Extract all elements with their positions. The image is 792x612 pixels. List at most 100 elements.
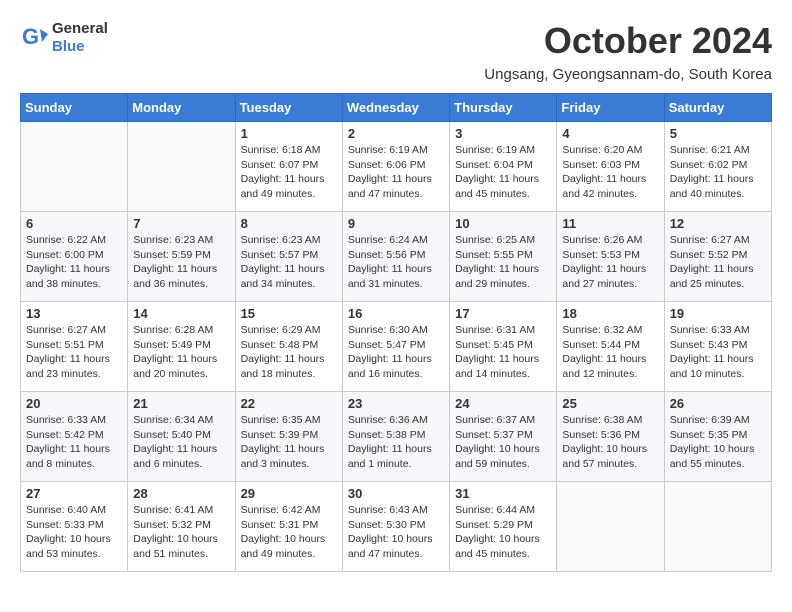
day-number: 15 (241, 306, 337, 321)
calendar-cell: 14Sunrise: 6:28 AM Sunset: 5:49 PM Dayli… (128, 302, 235, 392)
calendar-cell (664, 482, 771, 572)
calendar-week-row: 13 Sunrise: 6:27 AM Sunset: 5:51 PM Dayli… (21, 302, 772, 392)
logo-icon: G (20, 24, 48, 52)
day-info: Sunrise: 6:24 AM Sunset: 5:56 PM Dayligh… (348, 233, 444, 292)
day-number: 13 (26, 306, 122, 321)
day-info: Sunrise: 6:39 AM Sunset: 5:35 PM Dayligh… (670, 413, 766, 472)
calendar-cell: 2 Sunrise: 6:19 AM Sunset: 6:06 PM Daylig… (342, 122, 449, 212)
logo-general: General (52, 20, 108, 37)
calendar-cell: 7 Sunrise: 6:23 AM Sunset: 5:59 PM Daylig… (128, 212, 235, 302)
day-info: Sunrise: 6:31 AM Sunset: 5:45 PM Dayligh… (455, 323, 551, 382)
calendar-cell: 25Sunrise: 6:38 AM Sunset: 5:36 PM Dayli… (557, 392, 664, 482)
day-number: 2 (348, 126, 444, 141)
calendar-cell: 13 Sunrise: 6:27 AM Sunset: 5:51 PM Dayli… (21, 302, 128, 392)
day-number: 20 (26, 396, 122, 411)
calendar-cell: 23 Sunrise: 6:36 AM Sunset: 5:38 PM Dayli… (342, 392, 449, 482)
day-number: 18 (562, 306, 658, 321)
day-info: Sunrise: 6:20 AM Sunset: 6:03 PM Dayligh… (562, 143, 658, 202)
day-info: Sunrise: 6:35 AM Sunset: 5:39 PM Dayligh… (241, 413, 337, 472)
calendar-cell: 11Sunrise: 6:26 AM Sunset: 5:53 PM Dayli… (557, 212, 664, 302)
calendar-cell: 28 Sunrise: 6:41 AM Sunset: 5:32 PM Dayli… (128, 482, 235, 572)
header-thursday: Thursday (450, 94, 557, 122)
day-info: Sunrise: 6:22 AM Sunset: 6:00 PM Dayligh… (26, 233, 122, 292)
day-number: 26 (670, 396, 766, 411)
calendar-cell: 19 Sunrise: 6:33 AM Sunset: 5:43 PM Dayli… (664, 302, 771, 392)
day-number: 12 (670, 216, 766, 231)
day-info: Sunrise: 6:43 AM Sunset: 5:30 PM Dayligh… (348, 503, 444, 562)
day-info: Sunrise: 6:23 AM Sunset: 5:59 PM Dayligh… (133, 233, 229, 292)
calendar-cell: 21Sunrise: 6:34 AM Sunset: 5:40 PM Dayli… (128, 392, 235, 482)
day-info: Sunrise: 6:27 AM Sunset: 5:52 PM Dayligh… (670, 233, 766, 292)
calendar-cell: 3 Sunrise: 6:19 AM Sunset: 6:04 PM Daylig… (450, 122, 557, 212)
day-info: Sunrise: 6:38 AM Sunset: 5:36 PM Dayligh… (562, 413, 658, 472)
day-info: Sunrise: 6:25 AM Sunset: 5:55 PM Dayligh… (455, 233, 551, 292)
calendar-cell: 17 Sunrise: 6:31 AM Sunset: 5:45 PM Dayli… (450, 302, 557, 392)
calendar-cell: 5 Sunrise: 6:21 AM Sunset: 6:02 PM Daylig… (664, 122, 771, 212)
day-info: Sunrise: 6:19 AM Sunset: 6:06 PM Dayligh… (348, 143, 444, 202)
day-number: 16 (348, 306, 444, 321)
calendar-week-row: 27Sunrise: 6:40 AM Sunset: 5:33 PM Dayli… (21, 482, 772, 572)
day-info: Sunrise: 6:32 AM Sunset: 5:44 PM Dayligh… (562, 323, 658, 382)
day-number: 23 (348, 396, 444, 411)
header-wednesday: Wednesday (342, 94, 449, 122)
calendar-week-row: 6 Sunrise: 6:22 AM Sunset: 6:00 PM Daylig… (21, 212, 772, 302)
calendar-cell: 30Sunrise: 6:43 AM Sunset: 5:30 PM Dayli… (342, 482, 449, 572)
calendar-cell: 29Sunrise: 6:42 AM Sunset: 5:31 PM Dayli… (235, 482, 342, 572)
calendar-cell: 10 Sunrise: 6:25 AM Sunset: 5:55 PM Dayli… (450, 212, 557, 302)
day-number: 22 (241, 396, 337, 411)
calendar-cell: 27Sunrise: 6:40 AM Sunset: 5:33 PM Dayli… (21, 482, 128, 572)
svg-text:G: G (22, 24, 39, 49)
page-header: G General Blue October 2024 (20, 20, 772, 62)
logo: G General Blue (20, 20, 108, 56)
calendar-header-row: Sunday Monday Tuesday Wednesday Thursday… (21, 94, 772, 122)
calendar-cell: 24 Sunrise: 6:37 AM Sunset: 5:37 PM Dayli… (450, 392, 557, 482)
day-number: 1 (241, 126, 337, 141)
day-info: Sunrise: 6:21 AM Sunset: 6:02 PM Dayligh… (670, 143, 766, 202)
calendar-week-row: 1 Sunrise: 6:18 AM Sunset: 6:07 PM Daylig… (21, 122, 772, 212)
month-title: October 2024 (544, 20, 772, 62)
calendar-cell: 8 Sunrise: 6:23 AM Sunset: 5:57 PM Daylig… (235, 212, 342, 302)
day-info: Sunrise: 6:41 AM Sunset: 5:32 PM Dayligh… (133, 503, 229, 562)
header-saturday: Saturday (664, 94, 771, 122)
header-friday: Friday (557, 94, 664, 122)
day-info: Sunrise: 6:19 AM Sunset: 6:04 PM Dayligh… (455, 143, 551, 202)
calendar-cell (21, 122, 128, 212)
day-number: 24 (455, 396, 551, 411)
day-number: 31 (455, 486, 551, 501)
day-number: 19 (670, 306, 766, 321)
day-info: Sunrise: 6:36 AM Sunset: 5:38 PM Dayligh… (348, 413, 444, 472)
calendar-cell (557, 482, 664, 572)
calendar-body: 1 Sunrise: 6:18 AM Sunset: 6:07 PM Daylig… (21, 122, 772, 572)
calendar-table: Sunday Monday Tuesday Wednesday Thursday… (20, 93, 772, 572)
day-number: 17 (455, 306, 551, 321)
day-info: Sunrise: 6:33 AM Sunset: 5:42 PM Dayligh… (26, 413, 122, 472)
day-number: 4 (562, 126, 658, 141)
header-tuesday: Tuesday (235, 94, 342, 122)
calendar-cell: 15 Sunrise: 6:29 AM Sunset: 5:48 PM Dayli… (235, 302, 342, 392)
day-number: 7 (133, 216, 229, 231)
calendar-cell: 31Sunrise: 6:44 AM Sunset: 5:29 PM Dayli… (450, 482, 557, 572)
day-number: 28 (133, 486, 229, 501)
location-title: Ungsang, Gyeongsannam-do, South Korea (20, 66, 772, 83)
day-info: Sunrise: 6:37 AM Sunset: 5:37 PM Dayligh… (455, 413, 551, 472)
day-number: 27 (26, 486, 122, 501)
day-info: Sunrise: 6:23 AM Sunset: 5:57 PM Dayligh… (241, 233, 337, 292)
day-number: 8 (241, 216, 337, 231)
day-info: Sunrise: 6:27 AM Sunset: 5:51 PM Dayligh… (26, 323, 122, 382)
day-number: 10 (455, 216, 551, 231)
day-info: Sunrise: 6:18 AM Sunset: 6:07 PM Dayligh… (241, 143, 337, 202)
logo-blue: Blue (52, 38, 85, 55)
calendar-cell: 22 Sunrise: 6:35 AM Sunset: 5:39 PM Dayli… (235, 392, 342, 482)
day-info: Sunrise: 6:29 AM Sunset: 5:48 PM Dayligh… (241, 323, 337, 382)
day-number: 5 (670, 126, 766, 141)
day-number: 6 (26, 216, 122, 231)
header-sunday: Sunday (21, 94, 128, 122)
calendar-cell: 20 Sunrise: 6:33 AM Sunset: 5:42 PM Dayli… (21, 392, 128, 482)
calendar-cell: 16Sunrise: 6:30 AM Sunset: 5:47 PM Dayli… (342, 302, 449, 392)
day-number: 3 (455, 126, 551, 141)
day-info: Sunrise: 6:33 AM Sunset: 5:43 PM Dayligh… (670, 323, 766, 382)
calendar-cell: 4 Sunrise: 6:20 AM Sunset: 6:03 PM Daylig… (557, 122, 664, 212)
calendar-cell: 26 Sunrise: 6:39 AM Sunset: 5:35 PM Dayli… (664, 392, 771, 482)
day-info: Sunrise: 6:42 AM Sunset: 5:31 PM Dayligh… (241, 503, 337, 562)
day-number: 9 (348, 216, 444, 231)
